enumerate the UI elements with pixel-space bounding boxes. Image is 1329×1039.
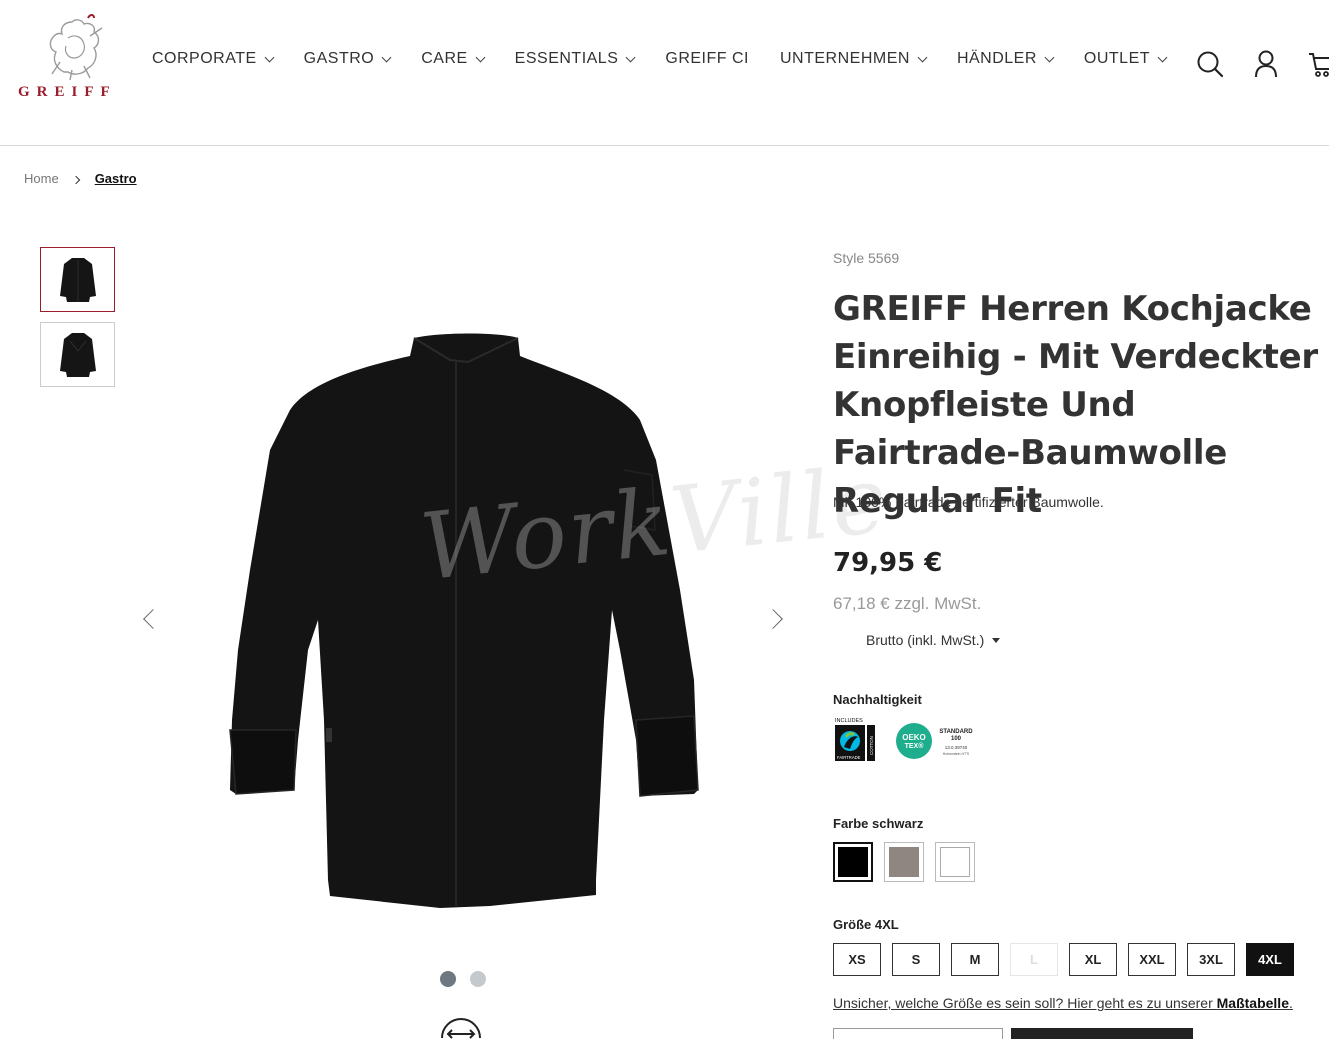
rotate-view-icon[interactable] (440, 1014, 482, 1039)
product-title: GREIFF Herren Kochjacke Einreihig - Mit … (833, 289, 1318, 521)
fairtrade-cotton-badge: INCLUDES FAIRTRADE COTTON (835, 718, 875, 761)
chevron-down-icon (475, 52, 486, 62)
oeko-institute: Hohenstein HTTI (943, 752, 969, 756)
size-option-4xl[interactable]: 4XL (1246, 943, 1294, 976)
nav-care[interactable]: CARE (421, 50, 486, 68)
nav-unternehmen[interactable]: UNTERNEHMEN (779, 50, 928, 68)
size-option-3xl[interactable]: 3XL (1187, 943, 1235, 976)
product-subtitle: Mit 100% Fairtrade zertifizierter Baumwo… (833, 494, 1104, 510)
chevron-down-icon (1157, 52, 1168, 62)
nav-haendler[interactable]: HÄNDLER (956, 50, 1055, 68)
size-option-xs[interactable]: XS (833, 943, 881, 976)
breadcrumb-current[interactable]: Gastro (95, 171, 137, 186)
fairtrade-top-text: INCLUDES (835, 718, 863, 724)
nav-label: CARE (421, 50, 468, 67)
oeko-name-1: OEKO (902, 733, 926, 742)
net-price: 67,18 € zzgl. MwSt. (833, 594, 982, 613)
tax-mode-select[interactable]: Brutto (inkl. MwSt.) (866, 632, 1001, 648)
nav-label: HÄNDLER (956, 50, 1037, 67)
size-option-xxl[interactable]: XXL (1128, 943, 1176, 976)
thumbnail-back[interactable] (40, 322, 115, 387)
add-to-cart-button[interactable] (1011, 1028, 1193, 1039)
product-main-image (229, 333, 699, 908)
size-label: Größe 4XL (833, 917, 899, 932)
griffin-logo-icon (49, 14, 103, 81)
size-option-l: L (1010, 943, 1058, 976)
oeko-code: 13.0.39740 (945, 745, 968, 750)
sustainability-label: Nachhaltigkeit (833, 692, 922, 707)
nav-label: GASTRO (303, 50, 375, 67)
nav-corporate[interactable]: CORPORATE (152, 50, 275, 68)
oeko-standard-2: 100 (951, 736, 962, 742)
color-swatch-taupe[interactable] (884, 842, 924, 882)
nav-essentials[interactable]: ESSENTIALS (514, 50, 636, 68)
nav-label: UNTERNEHMEN (779, 50, 910, 67)
nav-greiff-ci[interactable]: GREIFF CI (665, 50, 749, 68)
site-header: GREIFF CORPORATE GASTRO CARE ESSENTIALS … (0, 0, 1329, 146)
size-help-end: . (1288, 995, 1293, 1011)
nav-label: GREIFF CI (665, 50, 749, 67)
quantity-input[interactable] (833, 1028, 1003, 1039)
nav-label: CORPORATE (152, 50, 257, 67)
caret-down-icon (992, 638, 1001, 643)
color-label: Farbe schwarz (833, 816, 924, 831)
brand-wordmark: GREIFF (18, 84, 117, 100)
breadcrumb: Home Gastro (24, 171, 137, 186)
product-price: 79,95 € (833, 548, 943, 578)
account-icon[interactable] (1254, 50, 1278, 78)
size-option-xl[interactable]: XL (1069, 943, 1117, 976)
style-number: Style 5569 (833, 250, 900, 266)
main-nav: CORPORATE GASTRO CARE ESSENTIALS GREIFF … (152, 50, 1168, 68)
nav-outlet[interactable]: OUTLET (1083, 50, 1168, 68)
color-fill (838, 847, 868, 877)
cart-icon[interactable] (1308, 50, 1329, 78)
greiff-logo[interactable]: GREIFF (18, 14, 122, 102)
color-swatch-weiss[interactable] (935, 842, 975, 882)
nav-gastro[interactable]: GASTRO (303, 50, 392, 68)
chevron-down-icon (264, 52, 275, 62)
breadcrumb-home[interactable]: Home (24, 171, 59, 186)
jacket-thumbnail-image (59, 332, 96, 377)
color-fill (940, 847, 970, 877)
chevron-down-icon (625, 52, 636, 62)
nav-label: OUTLET (1083, 50, 1151, 67)
thumbnail-front[interactable] (40, 247, 115, 312)
oeko-tex-badge: OEKO TEX® STANDARD 100 13.0.39740 Hohens… (896, 723, 973, 759)
jacket-thumbnail-image (59, 257, 96, 302)
oeko-name-2: TEX® (905, 742, 925, 750)
oeko-standard-1: STANDARD (939, 729, 973, 735)
carousel-dot-1[interactable] (440, 971, 456, 987)
color-swatch-schwarz[interactable] (833, 842, 873, 882)
size-help-text: Unsicher, welche Größe es sein soll? Hie… (833, 995, 1217, 1011)
size-chart-link[interactable]: Unsicher, welche Größe es sein soll? Hie… (833, 995, 1293, 1011)
size-option-s[interactable]: S (892, 943, 940, 976)
fairtrade-bottom-text: FAIRTRADE (837, 755, 861, 760)
chevron-down-icon (917, 52, 928, 62)
color-fill (889, 847, 919, 877)
tax-mode-label: Brutto (inkl. MwSt.) (866, 632, 985, 648)
next-image-button[interactable] (763, 609, 783, 629)
previous-image-button[interactable] (143, 609, 163, 629)
chevron-right-icon (71, 175, 80, 184)
size-option-m[interactable]: M (951, 943, 999, 976)
search-icon[interactable] (1196, 50, 1224, 78)
size-chart-link-label: Maßtabelle (1216, 995, 1289, 1011)
fairtrade-side-text: COTTON (869, 736, 874, 755)
carousel-dot-2[interactable] (470, 971, 486, 987)
nav-label: ESSENTIALS (514, 50, 619, 67)
chevron-down-icon (1044, 52, 1055, 62)
chevron-down-icon (381, 52, 392, 62)
